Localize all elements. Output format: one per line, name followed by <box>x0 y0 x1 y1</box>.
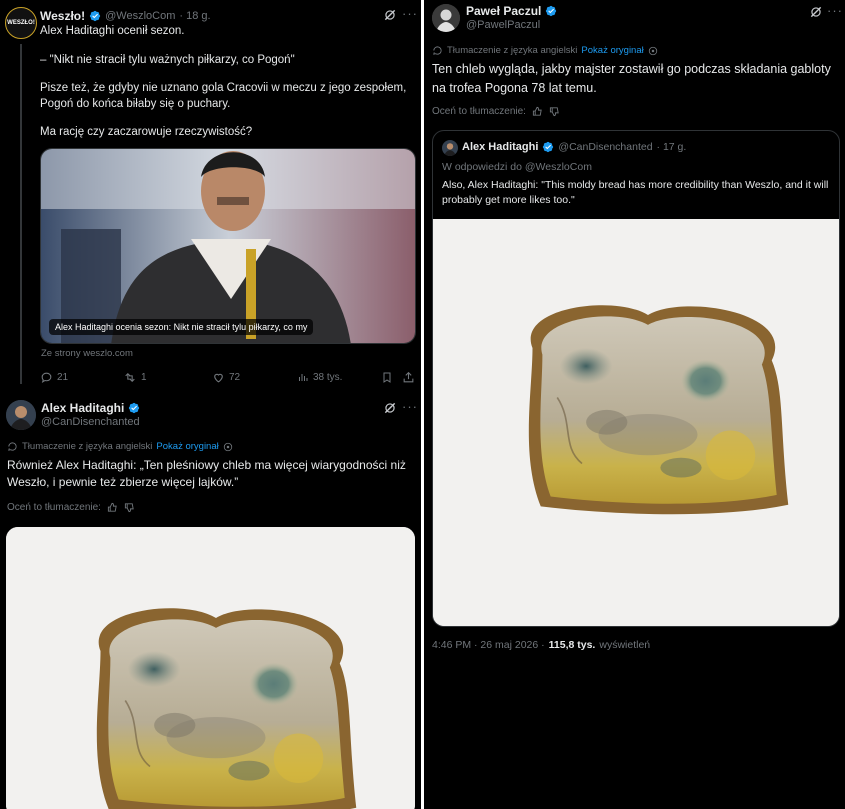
verified-badge-icon <box>542 141 554 153</box>
quote-author-name: Alex Haditaghi <box>462 141 539 153</box>
share-icon[interactable] <box>402 371 415 384</box>
info-icon[interactable] <box>648 46 658 56</box>
views-count: 115,8 tys. <box>548 639 596 651</box>
grok-icon[interactable] <box>809 5 823 19</box>
left-screenshot: WESZŁO! Weszło! @WeszloCom · 18 g. ··· A… <box>0 0 421 809</box>
tweet1-line2: – "Nikt nie stracił tylu ważnych piłkarz… <box>40 54 295 66</box>
pawel-avatar[interactable] <box>432 4 460 32</box>
tweet-time[interactable]: · 18 g. <box>179 10 210 22</box>
author-handle[interactable]: @CanDisenchanted <box>41 416 140 428</box>
like-count: 72 <box>229 371 241 383</box>
views-button[interactable]: 38 tys. <box>297 371 342 383</box>
retweet-count: 1 <box>141 371 147 383</box>
reply-icon <box>41 372 52 383</box>
show-original-link[interactable]: Pokaż oryginał <box>156 441 218 452</box>
tweet1-line4: Ma rację czy zaczarowuje rzeczywistość? <box>40 126 253 138</box>
like-button[interactable]: 72 <box>212 371 240 384</box>
verified-badge-icon <box>545 5 557 17</box>
pawel-avatar-image <box>432 4 460 32</box>
quote-author-handle: @CanDisenchanted <box>558 141 653 153</box>
retweet-button[interactable]: 1 <box>123 371 147 384</box>
info-icon[interactable] <box>223 442 233 452</box>
reply-count: 21 <box>57 371 69 383</box>
quote-moldy-bread-image[interactable] <box>433 219 839 626</box>
news-card-image <box>41 149 415 343</box>
alex-avatar-image <box>6 400 36 430</box>
more-icon[interactable]: ··· <box>827 3 843 18</box>
tweet1-header: Weszło! @WeszloCom · 18 g. <box>40 9 211 23</box>
tweet1-line1: Alex Haditaghi ocenił sezon. <box>40 25 185 37</box>
rate-translation-row: Oceń to tłumaczenie: <box>432 106 560 117</box>
alex-avatar <box>442 140 458 156</box>
verified-badge-icon <box>128 402 140 414</box>
moldy-bread-photo <box>433 219 839 626</box>
tweet1-actions: 21 1 72 38 tys. <box>40 369 416 385</box>
thumbs-down-icon[interactable] <box>549 106 560 117</box>
pawel-header: Paweł Paczul <box>466 4 559 18</box>
grok-icon[interactable] <box>383 401 397 415</box>
translate-icon <box>433 46 442 55</box>
more-icon[interactable]: ··· <box>402 399 418 414</box>
tweet-footer: 4:46 PM · 26 maj 2026 · 115,8 tys. wyświ… <box>432 639 650 651</box>
quote-time: · 17 g. <box>656 141 687 153</box>
like-icon <box>214 373 223 382</box>
alex-avatar[interactable] <box>6 400 36 430</box>
quote-header: Alex Haditaghi @CanDisenchanted · 17 g. <box>462 141 686 153</box>
author-name[interactable]: Weszło! <box>40 9 85 23</box>
retweet-icon <box>125 372 135 382</box>
translate-icon <box>8 442 17 451</box>
rate-translation-label: Oceń to tłumaczenie: <box>7 502 101 513</box>
author-handle[interactable]: @PawelPaczul <box>466 19 540 31</box>
tweet2-header: Alex Haditaghi <box>41 401 142 415</box>
moldy-bread-image[interactable] <box>6 527 415 809</box>
bookmark-icon[interactable] <box>381 371 393 384</box>
quoted-tweet[interactable]: Alex Haditaghi @CanDisenchanted · 17 g. … <box>432 130 840 627</box>
alex-avatar-image <box>442 140 458 156</box>
pawel-tweet-text: Ten chleb wygląda, jakby majster zostawi… <box>432 62 831 95</box>
author-name[interactable]: Paweł Paczul <box>466 4 541 18</box>
card-source[interactable]: Ze strony weszlo.com <box>41 348 133 359</box>
thread-connector-line <box>20 44 22 384</box>
translation-label: Tłumaczenie z języka angielski <box>22 441 153 452</box>
grok-icon[interactable] <box>383 8 397 22</box>
translation-notice: Tłumaczenie z języka angielski Pokaż ory… <box>7 441 233 452</box>
thumbs-up-icon[interactable] <box>532 106 543 117</box>
weszlo-avatar[interactable]: WESZŁO! <box>5 7 37 39</box>
weszlo-logo-text: WESZŁO! <box>7 20 35 26</box>
tweet1-line3: Pisze też, że gdyby nie uznano gola Crac… <box>40 82 407 110</box>
quote-text: Also, Alex Haditaghi: "This moldy bread … <box>442 179 829 206</box>
rate-translation-row: Oceń to tłumaczenie: <box>7 502 135 513</box>
views-icon <box>299 374 308 381</box>
reply-to-label: W odpowiedzi do @WeszloCom <box>442 161 592 173</box>
show-original-link[interactable]: Pokaż oryginał <box>581 45 643 56</box>
moldy-bread-photo <box>6 527 415 809</box>
author-name[interactable]: Alex Haditaghi <box>41 401 124 415</box>
thumbs-up-icon[interactable] <box>107 502 118 513</box>
thumbs-down-icon[interactable] <box>124 502 135 513</box>
translation-notice: Tłumaczenie z języka angielski Pokaż ory… <box>432 45 658 56</box>
translation-label: Tłumaczenie z języka angielski <box>447 45 578 56</box>
more-icon[interactable]: ··· <box>402 6 418 21</box>
author-handle[interactable]: @WeszloCom <box>105 10 175 22</box>
news-card-title: Alex Haditaghi ocenia sezon: Nikt nie st… <box>49 319 314 335</box>
reply-button[interactable]: 21 <box>40 371 68 384</box>
views-count: 38 tys. <box>313 371 343 383</box>
rate-translation-label: Oceń to tłumaczenie: <box>432 106 526 117</box>
views-label: wyświetleń <box>599 639 651 651</box>
tweet2-text: Również Alex Haditaghi: „Ten pleśniowy c… <box>7 458 406 489</box>
news-link-card[interactable]: Alex Haditaghi ocenia sezon: Nikt nie st… <box>40 148 416 344</box>
verified-badge-icon <box>89 10 101 22</box>
post-timestamp[interactable]: 4:46 PM · 26 maj 2026 · <box>432 639 545 651</box>
